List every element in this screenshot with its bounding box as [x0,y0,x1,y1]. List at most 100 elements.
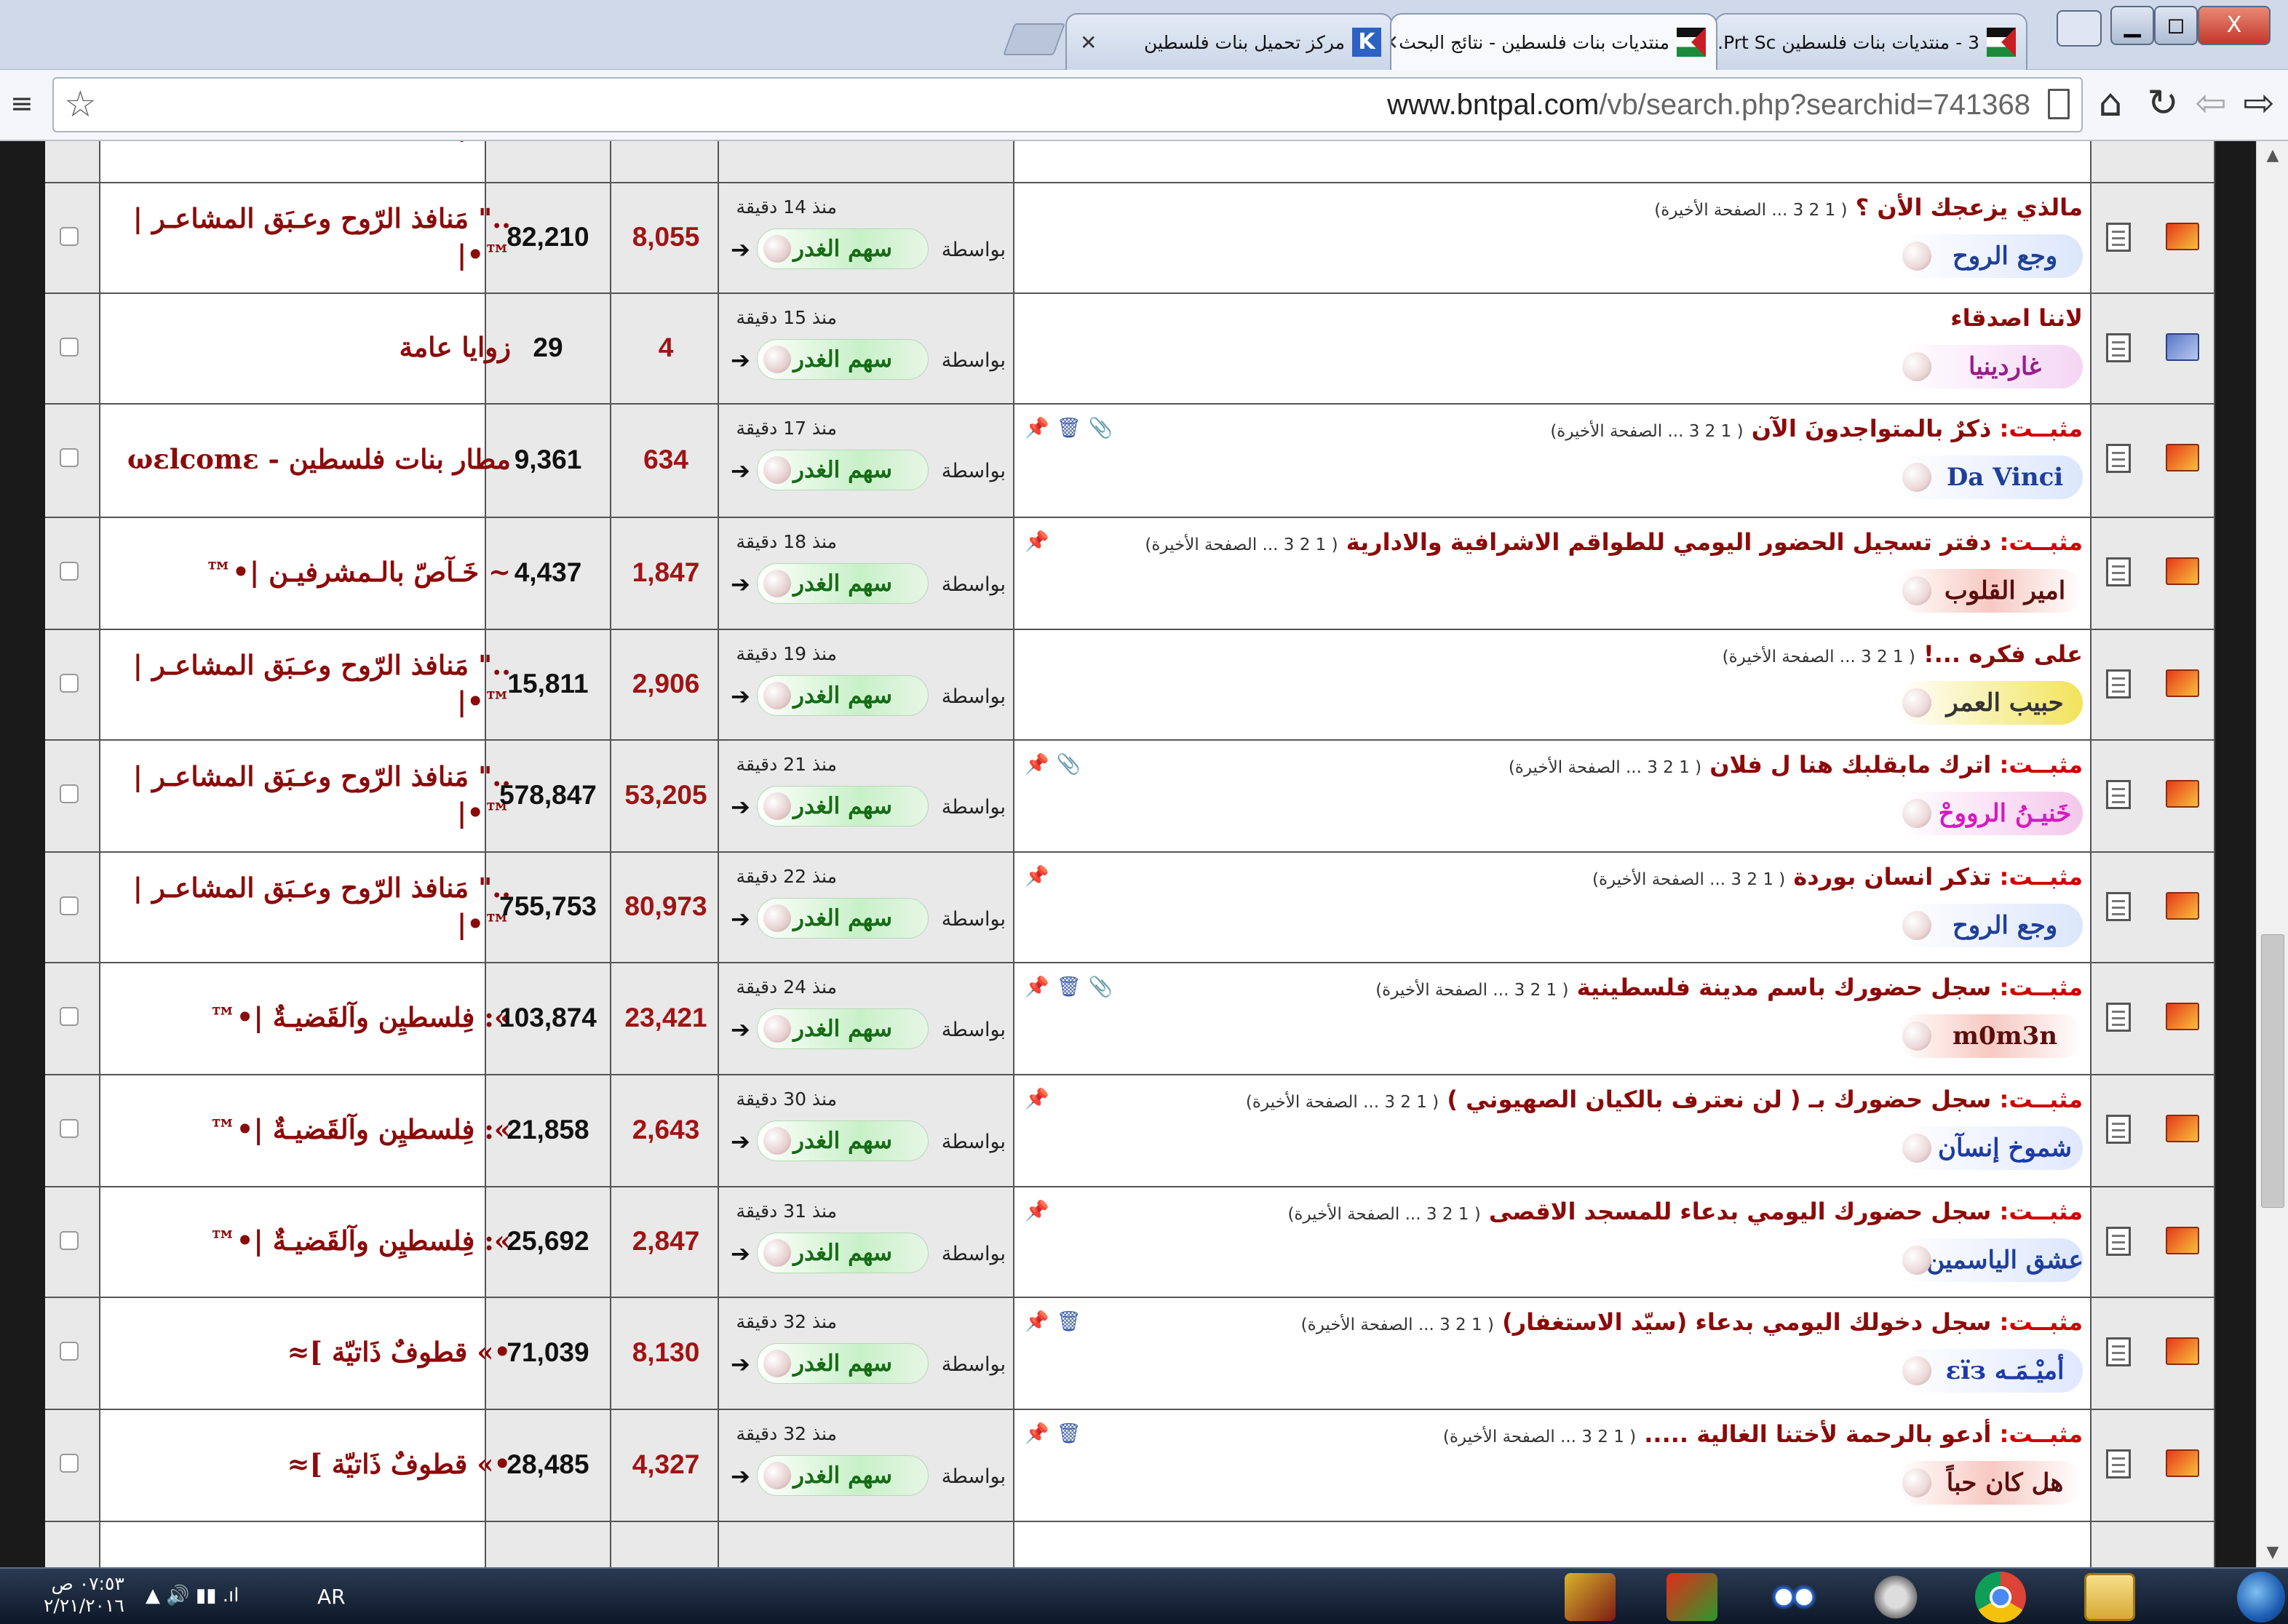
last-post-user[interactable]: سهم الغدر [757,1121,929,1161]
thread-status-folder-icon[interactable] [2166,669,2199,697]
last-post-user[interactable]: سهم الغدر [757,1008,929,1049]
thread-title[interactable]: مثبــت: سجل حضورك بـ ( لن نعترف بالكيان … [1246,1086,2083,1113]
thread-author[interactable]: هل كان حباً [1898,1461,2083,1505]
page-links[interactable]: ( 1 2 3 ... الصفحة الأخيرة) [1375,981,1568,1000]
page-links[interactable]: ( 1 2 3 ... الصفحة الأخيرة) [1550,422,1743,441]
replies-count[interactable]: 2,847 [611,1186,720,1297]
clock[interactable]: ٠٧:٥٣ ص ٢/٢١/٢٠١٦ [44,1573,124,1617]
app-4k-icon[interactable] [1565,1573,1616,1621]
thread-status-folder-icon[interactable] [2166,223,2199,250]
thread-status-folder-icon[interactable] [2166,1449,2199,1477]
thread-title[interactable]: مثبــت: سجل دخولك اليومي بدعاء (سيّد الا… [1301,1308,2083,1336]
scroll-up-icon[interactable]: ▲ [2257,141,2288,170]
explorer-icon[interactable] [2084,1573,2135,1621]
thread-status-folder-icon[interactable] [2166,892,2199,920]
select-checkbox[interactable] [60,1007,79,1026]
thread-status-folder-icon[interactable] [2166,1227,2199,1254]
select-checkbox[interactable] [60,1231,79,1250]
minimize-button[interactable]: ▁ [2110,6,2154,45]
select-checkbox[interactable] [60,896,79,915]
scroll-thumb[interactable] [2261,934,2284,1208]
scroll-down-icon[interactable]: ▼ [2257,1538,2288,1567]
thread-status-folder-icon[interactable] [2166,557,2199,585]
go-to-last-post-icon[interactable]: ➔ [731,1016,750,1043]
forum-link[interactable]: .." مَنافذ الرّوح وعـبَق المشاعـر |™•| [111,629,518,739]
forum-link[interactable]: مطار بنات فلسطين - ωεlcomε [111,403,518,517]
thread-title-text[interactable]: مالذي يزعجك الأن ؟ [1856,194,2083,221]
last-post-user[interactable]: سهم الغدر [757,228,929,269]
last-post-user[interactable]: سهم الغدر [757,1343,929,1384]
replies-count[interactable]: 4,327 [611,1409,720,1521]
replies-count[interactable]: 53,205 [611,739,720,851]
thread-author[interactable]: خَنيـنُ الرووحْ [1898,792,2083,835]
select-checkbox[interactable] [60,674,79,693]
new-tab-button[interactable] [1002,23,1066,55]
address-bar[interactable]: ☆ www.bntpal.com/vb/search.php?searchid=… [52,77,2083,132]
thread-title[interactable]: لاننا اصدقاء [1950,304,2083,332]
close-tab-icon[interactable]: ✕ [1077,31,1097,55]
language-indicator[interactable]: AR [317,1585,346,1609]
page-links[interactable]: ( 1 2 3 ... الصفحة الأخيرة) [1145,536,1338,554]
go-to-last-post-icon[interactable]: ➔ [731,1128,750,1155]
close-window-button[interactable]: X [2198,6,2271,45]
thread-author[interactable]: m0m3n [1898,1014,2083,1058]
tab-upload-center[interactable]: K مركز تحميل بنات فلسطين ✕ [1065,13,1393,70]
page-links[interactable]: ( 1 2 3 ... الصفحة الأخيرة) [1592,870,1785,889]
forward-icon[interactable]: ⇦ [2190,83,2231,124]
page-links[interactable]: ( 1 2 3 ... الصفحة الأخيرة) [1246,1093,1439,1112]
thread-title[interactable]: على فكره ...! ( 1 2 3 ... الصفحة الأخيرة… [1723,640,2083,668]
forum-link[interactable]: »: فِلسطيِن وآلقَضيـةٌ |•™ [111,962,518,1074]
select-checkbox[interactable] [60,562,79,581]
select-checkbox[interactable] [60,1454,79,1473]
replies-count[interactable]: 8,130 [611,1297,720,1409]
reload-icon[interactable]: ↻ [2142,83,2183,124]
star-icon[interactable]: ☆ [64,83,97,125]
select-checkbox[interactable] [60,1342,79,1361]
replies-count[interactable]: 634 [611,403,720,517]
go-to-last-post-icon[interactable]: ➔ [731,682,750,710]
replies-count[interactable]: 14,086 [611,141,720,182]
page-links[interactable]: ( 1 2 3 ... الصفحة الأخيرة) [1654,201,1847,220]
thread-author[interactable]: وجع الروح [1898,904,2083,947]
go-to-last-post-icon[interactable]: ➔ [731,1350,750,1378]
thread-title[interactable]: مثبــت: اترك مابقلبك هنا ل فلان ( 1 2 3 … [1509,751,2083,779]
go-to-last-post-icon[interactable]: ➔ [731,793,750,821]
thread-title[interactable]: مثبــت: سجل حضورك باسم مدينة فلسطينية ( … [1375,974,2083,1001]
thread-author[interactable]: حبيب العمر [1898,681,2083,725]
app-settings-icon[interactable] [1870,1573,1921,1621]
replies-count[interactable]: 23,421 [611,962,720,1074]
select-checkbox[interactable] [60,227,79,246]
last-post-user[interactable]: سهم الغدر [757,675,929,716]
thread-status-folder-icon[interactable] [2166,780,2199,808]
url-text[interactable]: www.bntpal.com/vb/search.php?searchid=74… [1387,89,2030,122]
replies-count[interactable]: 4 [611,292,720,403]
thread-author[interactable]: شموخ إنسآن [1898,1126,2083,1170]
last-post-user[interactable]: سهم الغدر [757,450,929,490]
last-post-user[interactable]: سهم الغدر [757,1233,929,1273]
forum-link[interactable]: زوايا عامة [111,292,518,403]
thread-title-text[interactable]: على فكره ...! [1923,640,2083,668]
thread-title-text[interactable]: سجل دخولك اليومي بدعاء (سيّد الاستغفار) [1502,1308,1991,1336]
thread-author[interactable]: عشق الياسمين [1898,1238,2083,1282]
forum-link[interactable]: .." مَنافذ الرّوح وعـبَق المشاعـر |™•| [111,851,518,962]
thread-status-folder-icon[interactable] [2166,1337,2199,1365]
chrome-icon[interactable] [1975,1572,2026,1623]
thread-author[interactable]: غاردينيا [1898,345,2083,389]
go-to-last-post-icon[interactable]: ➔ [731,457,750,485]
thread-author[interactable]: امير القلوب [1898,569,2083,613]
replies-count[interactable]: 2,643 [611,1074,720,1186]
last-post-user[interactable]: سهم الغدر [757,1455,929,1496]
start-button[interactable] [2237,1572,2285,1623]
replies-count[interactable]: 2,906 [611,629,720,739]
forum-link[interactable]: .." مَنافذ الرّوح وعـبَق المشاعـر |™•| [111,739,518,851]
forum-link[interactable]: »: فِلسطيِن وآلقَضيـةٌ |•™ [111,1074,518,1186]
profile-icon[interactable] [2057,10,2102,47]
thread-title-text[interactable]: سجل حضورك اليومي بدعاء للمسجد الاقصى [1489,1198,1992,1225]
thread-status-folder-icon[interactable] [2166,1115,2199,1142]
select-checkbox[interactable] [60,784,79,803]
replies-count[interactable]: 80,973 [611,851,720,962]
thread-title[interactable]: مثبــت: ذكرٌ بالمتواجدونَ الآن ( 1 2 3 .… [1550,415,2083,442]
thread-title[interactable]: مثبــت: تذكر انسان بوردة ( 1 2 3 ... الص… [1592,863,2083,891]
app-game-icon[interactable] [1667,1573,1717,1621]
thread-title[interactable]: مثبــت: دفتر تسجيل الحضور اليومي للطواقم… [1145,528,2083,556]
